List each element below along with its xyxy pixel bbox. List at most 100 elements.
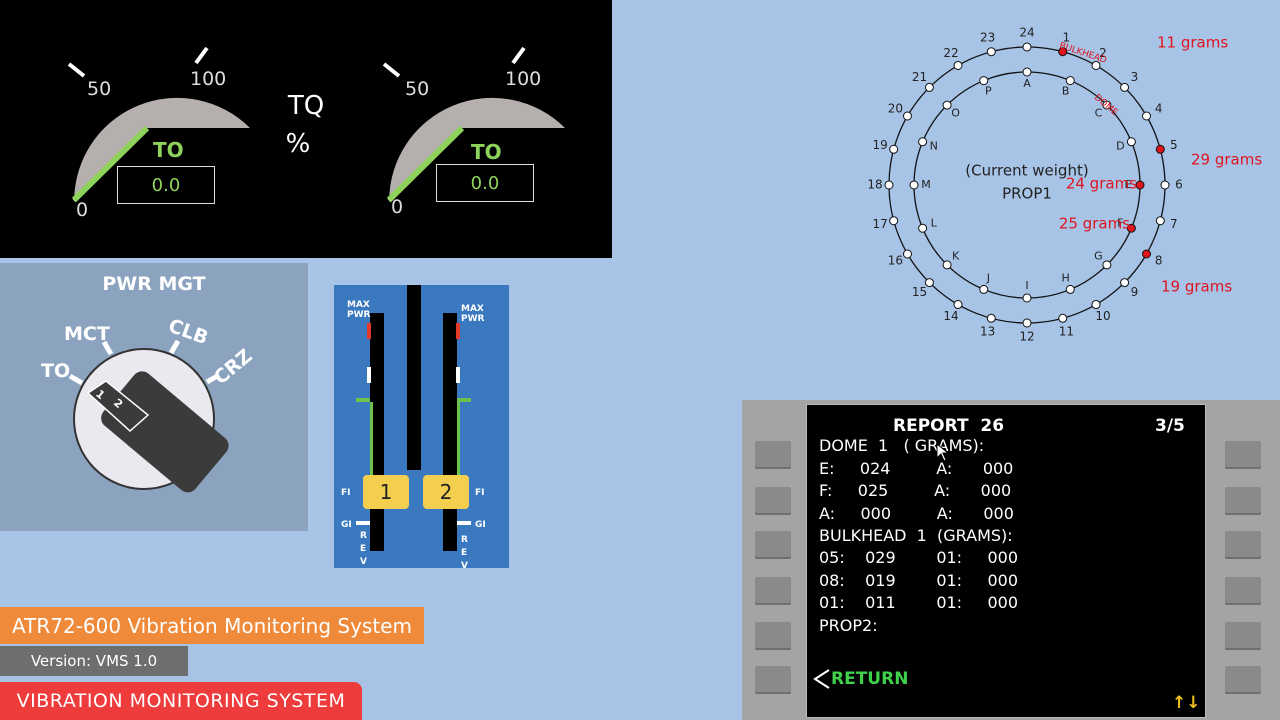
inner-label-N: N: [930, 139, 938, 152]
weight-label-E: 24 grams: [1066, 175, 1137, 193]
weight-label-F: 25 grams: [1059, 215, 1130, 233]
outer-hole-10: [1091, 300, 1101, 310]
gi-mark-1: [367, 367, 371, 383]
outer-label-20: 20: [888, 102, 903, 116]
outer-hole-3: [1120, 82, 1130, 92]
torque-gauge-1-tick-50: [67, 62, 86, 78]
inner-hole-O: [942, 100, 952, 110]
outer-hole-9: [1120, 278, 1130, 288]
inner-label-D: D: [1116, 139, 1124, 152]
weight-label-5: 29 grams: [1191, 151, 1262, 169]
lever-2-rev-v: V: [461, 561, 468, 571]
outer-label-10: 10: [1095, 309, 1110, 323]
inner-label-H: H: [1062, 271, 1070, 284]
lsk-3l[interactable]: [755, 531, 791, 559]
inner-label-G: G: [1094, 249, 1103, 262]
outer-label-6: 6: [1175, 178, 1183, 192]
outer-label-16: 16: [888, 254, 903, 268]
inner-label-J: J: [986, 271, 990, 284]
inner-hole-B: [1065, 76, 1075, 86]
lsk-3r[interactable]: [1225, 531, 1261, 559]
lever-1-rev-v: V: [360, 557, 367, 567]
lever-1-rev-e: E: [360, 544, 367, 554]
inner-hole-P: [979, 76, 989, 86]
outer-hole-4: [1142, 111, 1152, 121]
lsk-4l[interactable]: [755, 577, 791, 605]
outer-label-15: 15: [912, 285, 927, 299]
lsk-6l-return[interactable]: [755, 666, 791, 694]
inner-hole-H: [1065, 284, 1075, 294]
gauge-1-to-label: TO: [153, 138, 184, 162]
mcdu-screen: REPORT 26 3/5 DOME 1 ( GRAMS): E: 024 A:…: [806, 404, 1206, 718]
maxpwr-mark-1: [367, 323, 371, 339]
inner-hole-D: [1126, 137, 1136, 147]
torque-title: TQ: [287, 91, 325, 121]
gauge-1-label-0: 0: [76, 199, 89, 221]
outer-label-3: 3: [1131, 70, 1139, 84]
outer-label-22: 22: [943, 46, 958, 60]
inner-label-K: K: [952, 249, 960, 262]
outer-label-4: 4: [1155, 102, 1163, 116]
gauge-2-label-50: 50: [405, 78, 430, 100]
mcdu-line-5: BULKHEAD 1 (GRAMS):: [819, 526, 1013, 545]
inner-label-P: P: [985, 85, 992, 98]
version-label: Version: VMS 1.0: [0, 646, 188, 676]
mcdu-title: REPORT 26: [893, 416, 1005, 436]
outer-label-8: 8: [1155, 254, 1163, 268]
outer-label-18: 18: [867, 178, 882, 192]
inner-label-A: A: [1023, 77, 1031, 90]
lsk-6r[interactable]: [1225, 666, 1261, 694]
power-lever-1[interactable]: 1: [363, 475, 409, 509]
outer-hole-17: [889, 216, 899, 226]
lsk-1l[interactable]: [755, 441, 791, 469]
mcdu-line-2: E: 024 A: 000: [819, 459, 1014, 478]
inner-hole-E: [1135, 180, 1145, 190]
torque-gauge-1-tick-100: [194, 46, 209, 65]
lsk-2l[interactable]: [755, 487, 791, 515]
outer-label-19: 19: [873, 138, 888, 152]
lsk-4r[interactable]: [1225, 577, 1261, 605]
inner-hole-L: [918, 223, 928, 233]
detent-clb: [168, 339, 181, 355]
mcdu-return-label[interactable]: RETURN: [831, 669, 908, 689]
mcdu-line-6: 05: 029 01: 000: [819, 548, 1019, 567]
outer-label-7: 7: [1170, 217, 1178, 231]
mcdu-line-7: 08: 019 01: 000: [819, 571, 1019, 590]
balance-diagram-group: 1234567891011121314151617181920212223 24A…: [867, 26, 1262, 344]
torque-unit: %: [285, 129, 311, 159]
lsk-5r[interactable]: [1225, 622, 1261, 650]
outer-label-21: 21: [912, 70, 927, 84]
green-band-2: [457, 398, 471, 402]
lever-2-fi-label: FI: [475, 488, 485, 498]
lsk-5l[interactable]: [755, 622, 791, 650]
lever-2-gi-label: GI: [475, 520, 486, 530]
scroll-arrows-icon[interactable]: ↑↓: [1172, 693, 1201, 713]
propeller-balance-diagram: 1234567891011121314151617181920212223 24A…: [867, 26, 1262, 344]
gi-line-1: [356, 521, 370, 525]
inner-label-B: B: [1062, 85, 1070, 98]
power-levers-panel: MAX PWR MAX PWR 1 2 FI FI GI GI R E V R …: [334, 285, 509, 571]
lsk-1r[interactable]: [1225, 441, 1261, 469]
lever-1-fi-label: FI: [341, 488, 351, 498]
outer-label-9: 9: [1131, 285, 1139, 299]
outer-hole-21: [924, 82, 934, 92]
lever-1-gi-label: GI: [341, 520, 352, 530]
torque-panel: 50 100 0 TO 0.0 TQ % 50 100 0 TO 0.0: [0, 0, 612, 258]
gauge-1-label-100: 100: [190, 68, 227, 90]
pwr-mgt-rotary-knob[interactable]: [0, 263, 308, 531]
maxpwr-mark-2: [456, 323, 460, 339]
lever-2-rev-r: R: [461, 535, 468, 545]
detent-crz: [205, 372, 221, 385]
outer-hole-11: [1058, 313, 1068, 323]
app-title-banner: ATR72-600 Vibration Monitoring System: [0, 607, 424, 644]
mcdu-line-8: 01: 011 01: 000: [819, 593, 1019, 612]
lsk-2r[interactable]: [1225, 487, 1261, 515]
mcdu-line-3: F: 025 A: 000: [819, 481, 1012, 500]
power-lever-2[interactable]: 2: [423, 475, 469, 509]
mcdu-line-1: DOME 1 ( GRAMS):: [819, 436, 985, 455]
center-slot: [407, 285, 421, 470]
inner-label-C: C: [1095, 107, 1103, 120]
detent-mct: [101, 340, 114, 356]
inner-label-L: L: [931, 217, 938, 230]
outer-hole-7: [1155, 216, 1165, 226]
